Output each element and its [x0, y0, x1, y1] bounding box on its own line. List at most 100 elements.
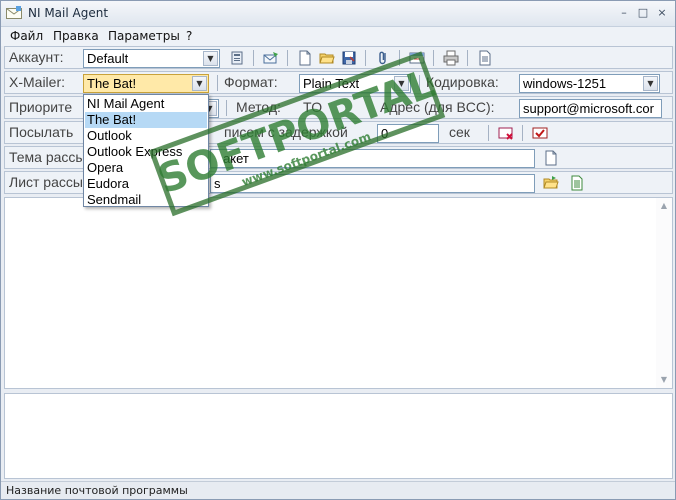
- delay-label: писем с задержкой: [224, 124, 348, 140]
- window-icon: [409, 52, 425, 64]
- bcc-field[interactable]: support@microsoft.cor: [519, 99, 662, 118]
- close-button[interactable]: ×: [655, 6, 669, 20]
- subject-label: Тема рассы: [9, 149, 86, 165]
- menu-file[interactable]: Файл: [10, 29, 43, 43]
- format-combo[interactable]: Plain Text ▼: [299, 74, 411, 93]
- list-edit-button[interactable]: [567, 173, 587, 192]
- method-label: Метод:: [236, 99, 281, 115]
- xmailer-dropdown[interactable]: NI Mail Agent The Bat! Outlook Outlook E…: [83, 94, 209, 207]
- dropdown-item[interactable]: Opera: [85, 160, 207, 176]
- delay-field[interactable]: 0: [377, 124, 439, 143]
- separator: [226, 100, 227, 116]
- account-value: Default: [87, 51, 129, 66]
- envelope-icon: [6, 6, 22, 19]
- encoding-value: windows-1251: [523, 76, 607, 91]
- send-button[interactable]: [261, 48, 281, 67]
- format-value: Plain Text: [303, 76, 360, 91]
- account-settings-button[interactable]: [227, 48, 247, 67]
- chevron-down-icon[interactable]: ▼: [203, 51, 218, 66]
- main-window: NI Mail Agent – □ × Файл Правка Параметр…: [0, 0, 676, 500]
- subject-field[interactable]: акет: [210, 149, 535, 168]
- checkmark-icon: [532, 127, 548, 139]
- menu-settings[interactable]: Параметры: [108, 29, 180, 43]
- folder-open-icon: [543, 176, 559, 189]
- xmailer-combo[interactable]: The Bat! ▼: [83, 74, 209, 93]
- account-settings-icon: [231, 51, 243, 65]
- toolbar-separator: [365, 50, 366, 66]
- bcc-label: Адрес (для BCC):: [380, 99, 495, 115]
- list-document-icon: [571, 175, 583, 191]
- send-mail-icon: [263, 52, 278, 64]
- account-combo[interactable]: Default ▼: [83, 49, 220, 68]
- separator: [217, 75, 218, 91]
- dropdown-item[interactable]: Eudora: [85, 176, 207, 192]
- window-button[interactable]: [407, 48, 427, 67]
- minimize-button[interactable]: –: [617, 6, 631, 20]
- log-button[interactable]: [475, 48, 495, 67]
- log-area[interactable]: [4, 393, 673, 479]
- maximize-button[interactable]: □: [636, 6, 650, 20]
- unit-label: сек: [449, 124, 470, 140]
- encoding-combo[interactable]: windows-1251 ▼: [519, 74, 660, 93]
- scroll-up-icon[interactable]: ▲: [656, 198, 672, 214]
- title-bar: NI Mail Agent – □ ×: [1, 1, 675, 27]
- xmailer-row: X-Mailer: The Bat! ▼ Формат: Plain Text …: [4, 71, 673, 94]
- toolbar-separator: [253, 50, 254, 66]
- menu-bar: Файл Правка Параметры ?: [1, 27, 675, 46]
- toolbar-separator: [467, 50, 468, 66]
- save-icon: [342, 51, 356, 65]
- separator: [488, 125, 489, 141]
- account-row: Аккаунт: Default ▼: [4, 46, 673, 69]
- attach-button[interactable]: [373, 48, 393, 67]
- document-icon: [545, 150, 557, 166]
- vertical-scrollbar[interactable]: ▲ ▼: [656, 198, 672, 388]
- send-label: Посылать: [9, 124, 74, 140]
- menu-edit[interactable]: Правка: [53, 29, 99, 43]
- new-button[interactable]: [295, 48, 315, 67]
- bcc-value: support@microsoft.cor: [523, 101, 654, 116]
- encoding-label: Кодировка:: [426, 74, 499, 90]
- chevron-down-icon[interactable]: ▼: [192, 76, 207, 91]
- dropdown-item[interactable]: Outlook: [85, 128, 207, 144]
- printer-icon: [443, 50, 459, 66]
- print-button[interactable]: [441, 48, 461, 67]
- priority-label: Приорите: [9, 99, 73, 115]
- document-icon: [479, 50, 491, 66]
- account-label: Аккаунт:: [9, 49, 64, 65]
- separator: [522, 125, 523, 141]
- dropdown-item-selected[interactable]: The Bat!: [85, 112, 207, 128]
- dropdown-item[interactable]: Sendmail: [85, 192, 207, 208]
- new-document-icon: [299, 50, 311, 66]
- subject-file-button[interactable]: [541, 148, 561, 167]
- list-label: Лист рассы: [9, 174, 83, 190]
- xmailer-value: The Bat!: [87, 76, 137, 91]
- list-open-button[interactable]: [541, 173, 561, 192]
- check-button[interactable]: [530, 123, 550, 142]
- subject-value: акет: [223, 151, 249, 166]
- toolbar-separator: [399, 50, 400, 66]
- folder-open-icon: [319, 53, 335, 64]
- save-button[interactable]: [339, 48, 359, 67]
- list-value: s: [214, 176, 221, 191]
- dropdown-item[interactable]: NI Mail Agent: [85, 96, 207, 112]
- stop-button[interactable]: [496, 123, 516, 142]
- message-body[interactable]: ▲ ▼: [4, 197, 673, 389]
- list-field[interactable]: s: [210, 174, 535, 193]
- chevron-down-icon[interactable]: ▼: [394, 76, 409, 91]
- dropdown-item[interactable]: Outlook Express: [85, 144, 207, 160]
- menu-help[interactable]: ?: [186, 29, 192, 43]
- method-value[interactable]: TO: [303, 99, 322, 115]
- window-title: NI Mail Agent: [28, 6, 109, 20]
- stop-icon: [498, 127, 513, 140]
- chevron-down-icon[interactable]: ▼: [643, 76, 658, 91]
- format-label: Формат:: [224, 74, 278, 90]
- delay-value: 0: [381, 126, 389, 141]
- paperclip-icon: [379, 51, 386, 65]
- status-bar: Название почтовой программы: [1, 481, 675, 499]
- separator: [419, 75, 420, 91]
- scroll-down-icon[interactable]: ▼: [656, 372, 672, 388]
- toolbar-separator: [287, 50, 288, 66]
- toolbar-separator: [433, 50, 434, 66]
- status-text: Название почтовой программы: [6, 484, 188, 497]
- open-button[interactable]: [317, 48, 337, 67]
